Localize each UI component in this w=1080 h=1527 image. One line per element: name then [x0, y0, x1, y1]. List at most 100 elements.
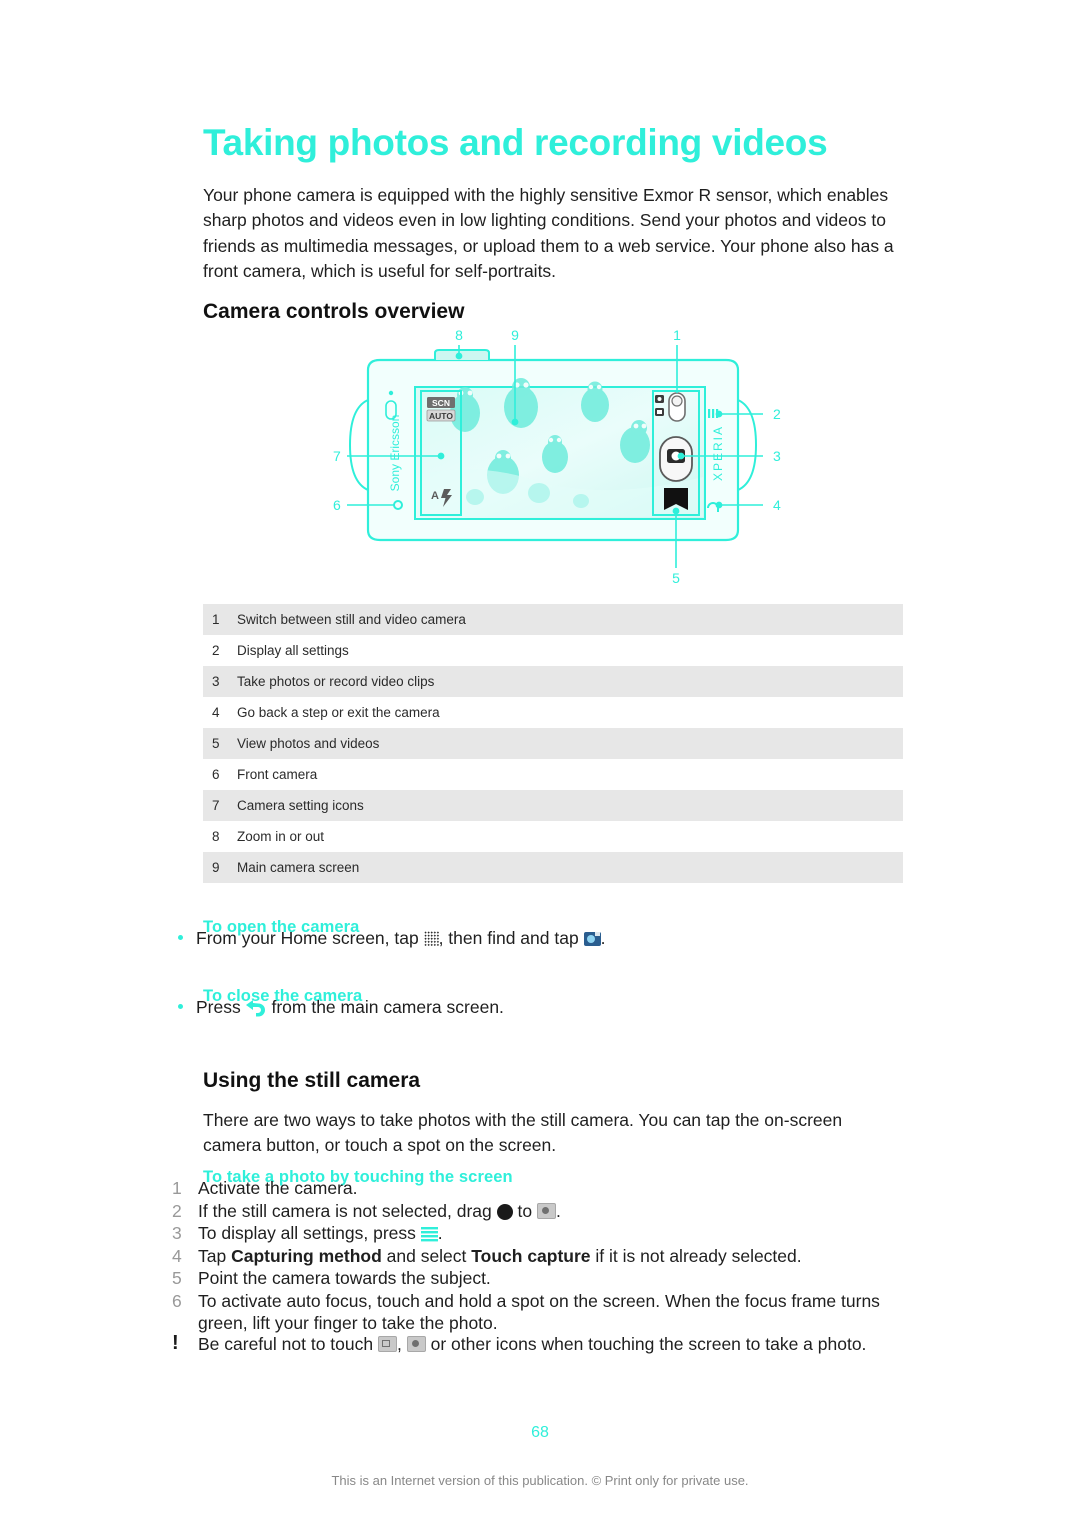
steps-list: 1 Activate the camera. 2 If the still ca…	[172, 1177, 912, 1335]
callout-8: 8	[455, 327, 463, 343]
camera-app-icon	[583, 932, 601, 946]
callout-1: 1	[673, 327, 681, 343]
open-camera-instruction: From your Home screen, tap , then find a…	[178, 926, 605, 950]
legend-number: 6	[212, 767, 220, 782]
camera-controls-legend: 1 Switch between still and video camera …	[203, 604, 903, 883]
close-text-1: Press	[196, 997, 246, 1017]
step-text: Tap Capturing method and select Touch ca…	[198, 1245, 912, 1268]
step-number: 3	[172, 1223, 182, 1243]
step-item: 3 To display all settings, press .	[172, 1222, 912, 1245]
bullet-icon	[178, 935, 183, 941]
legend-number: 5	[212, 736, 220, 751]
svg-text:AUTO: AUTO	[429, 411, 453, 421]
step-item: 5 Point the camera towards the subject.	[172, 1267, 912, 1290]
warning-note: ! Be careful not to touch , or other ico…	[172, 1333, 912, 1356]
svg-text:A: A	[431, 490, 439, 502]
legend-number: 2	[212, 643, 220, 658]
legend-text: Zoom in or out	[237, 829, 325, 844]
page-number: 68	[531, 1424, 549, 1441]
step-text: Point the camera towards the subject.	[198, 1268, 491, 1288]
callout-9: 9	[511, 327, 519, 343]
camera-controls-diagram: SCN AUTO A Sony Ericsson XPERIA 8 9 1 2 …	[203, 325, 903, 595]
note-text: Be careful not to touch , or other icons…	[198, 1333, 866, 1356]
legend-text: Display all settings	[237, 643, 349, 658]
app-grid-icon	[423, 931, 439, 946]
step3-post: .	[437, 1223, 443, 1243]
manual-page: Taking photos and recording videos Your …	[0, 0, 1080, 1527]
note-mid: ,	[396, 1334, 407, 1354]
legend-number: 3	[212, 674, 220, 689]
callout-4: 4	[773, 497, 781, 513]
step4-bold-touch-capture: Touch capture	[471, 1245, 591, 1266]
step2-pre: If the still camera is not selected, dra…	[198, 1200, 497, 1221]
step4-pre: Tap	[198, 1245, 232, 1266]
step-item: 6 To activate auto focus, touch and hold…	[172, 1290, 912, 1335]
still-camera-icon	[536, 1202, 556, 1219]
exclamation-icon: !	[172, 1332, 179, 1354]
legend-row: 5 View photos and videos	[203, 728, 903, 759]
still-camera-paragraph: There are two ways to take photos with t…	[203, 1109, 843, 1156]
section-heading-using-still-camera: Using the still camera	[203, 1069, 421, 1093]
svg-text:SCN: SCN	[432, 398, 450, 408]
brand-sony-ericsson: Sony Ericsson	[388, 415, 402, 492]
drag-handle-icon	[496, 1203, 513, 1220]
callout-6: 6	[333, 497, 341, 513]
step-number: 1	[172, 1178, 182, 1198]
legend-text: Camera setting icons	[237, 798, 364, 813]
callout-3: 3	[773, 448, 781, 464]
brand-xperia: XPERIA	[711, 425, 725, 481]
close-text-2: from the main camera screen.	[266, 997, 504, 1017]
step2-post: .	[555, 1200, 561, 1221]
legend-number: 9	[212, 860, 220, 875]
legend-text: Go back a step or exit the camera	[237, 705, 440, 720]
intro-paragraph: Your phone camera is equipped with the h…	[203, 184, 894, 282]
step4-mid: and select	[381, 1245, 472, 1266]
step-item: 4 Tap Capturing method and select Touch …	[172, 1245, 912, 1268]
legend-row: 2 Display all settings	[203, 635, 903, 666]
step-text: To display all settings, press .	[198, 1222, 912, 1245]
back-arrow-icon	[245, 999, 267, 1017]
page-title: Taking photos and recording videos	[203, 121, 828, 163]
legend-row: 8 Zoom in or out	[203, 821, 903, 852]
bullet-icon	[178, 1004, 183, 1010]
open-text-1: From your Home screen, tap	[196, 928, 424, 948]
close-camera-instruction: Press from the main camera screen.	[178, 995, 504, 1019]
step3-pre: To display all settings, press	[198, 1223, 421, 1243]
legend-number: 7	[212, 798, 220, 813]
legend-row: 7 Camera setting icons	[203, 790, 903, 821]
legend-text: Take photos or record video clips	[237, 674, 435, 689]
step-number: 6	[172, 1290, 182, 1311]
legend-number: 1	[212, 612, 220, 627]
legend-row: 6 Front camera	[203, 759, 903, 790]
legend-text: View photos and videos	[237, 736, 380, 751]
video-camera-icon	[377, 1336, 397, 1352]
step-number: 4	[172, 1245, 182, 1266]
note-post: or other icons when touching the screen …	[425, 1334, 867, 1354]
step4-post: if it is not already selected.	[590, 1245, 802, 1266]
step-item: 1 Activate the camera.	[172, 1177, 912, 1200]
open-text-2: , then find and tap	[438, 928, 584, 948]
legend-text: Switch between still and video camera	[237, 612, 466, 627]
section-heading-camera-controls: Camera controls overview	[203, 300, 465, 324]
menu-lines-icon	[420, 1225, 438, 1242]
still-camera-icon	[406, 1336, 426, 1352]
open-text-3: .	[600, 928, 606, 948]
step-text: If the still camera is not selected, dra…	[198, 1200, 912, 1223]
legend-text: Front camera	[237, 767, 318, 782]
legend-row: 4 Go back a step or exit the camera	[203, 697, 903, 728]
callout-5: 5	[672, 570, 680, 586]
note-pre: Be careful not to touch	[198, 1334, 378, 1354]
legend-row: 9 Main camera screen	[203, 852, 903, 883]
legend-text: Main camera screen	[237, 860, 360, 875]
step4-bold-capturing-method: Capturing method	[231, 1245, 382, 1266]
legend-row: 1 Switch between still and video camera	[203, 604, 903, 635]
legend-number: 4	[212, 705, 220, 720]
step-number: 2	[172, 1200, 182, 1221]
step-text: To activate auto focus, touch and hold a…	[198, 1290, 880, 1334]
legend-number: 8	[212, 829, 220, 844]
legend-row: 3 Take photos or record video clips	[203, 666, 903, 697]
step-item: 2 If the still camera is not selected, d…	[172, 1200, 912, 1223]
footer-text: This is an Internet version of this publ…	[331, 1473, 749, 1488]
step2-mid: to	[512, 1200, 537, 1221]
callout-7: 7	[333, 448, 341, 464]
